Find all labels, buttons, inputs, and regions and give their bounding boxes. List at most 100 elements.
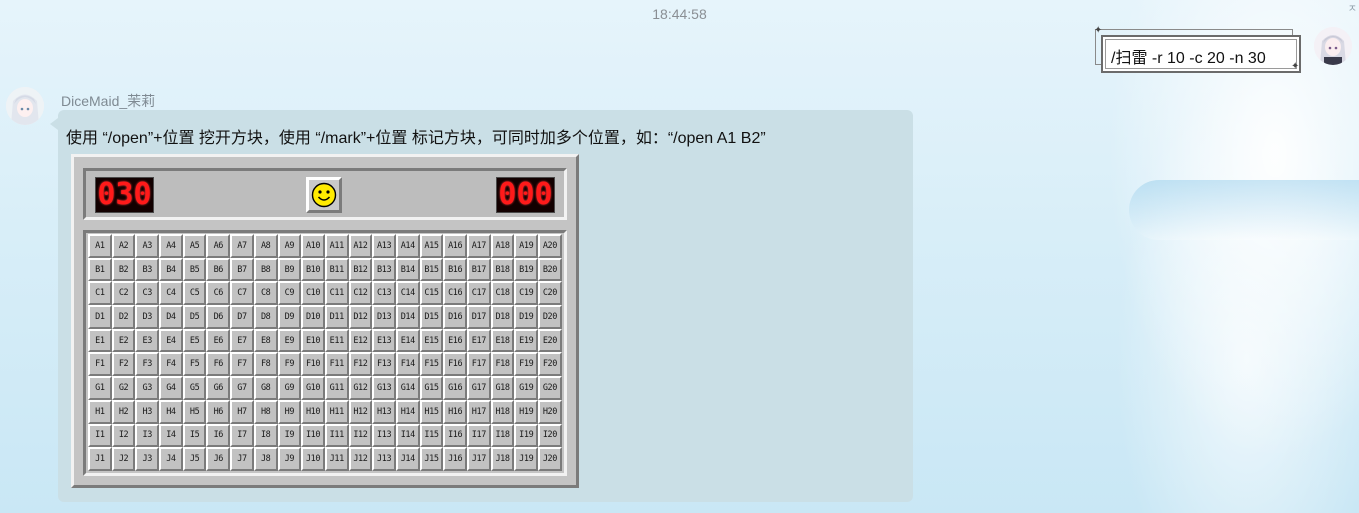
minesweeper-cell[interactable]: I14 xyxy=(395,423,420,448)
minesweeper-cell[interactable]: J14 xyxy=(395,447,420,471)
minesweeper-cell[interactable]: A2 xyxy=(111,234,136,258)
minesweeper-cell[interactable]: B14 xyxy=(395,257,420,282)
minesweeper-cell[interactable]: G3 xyxy=(135,376,160,400)
minesweeper-cell[interactable]: E13 xyxy=(372,328,396,353)
minesweeper-cell[interactable]: H11 xyxy=(324,399,349,424)
minesweeper-cell[interactable]: B15 xyxy=(419,257,444,282)
minesweeper-cell[interactable]: G8 xyxy=(253,376,278,400)
minesweeper-cell[interactable]: I1 xyxy=(88,423,112,448)
minesweeper-cell[interactable]: D6 xyxy=(206,305,231,329)
minesweeper-cell[interactable]: C13 xyxy=(372,281,396,306)
minesweeper-cell[interactable]: J13 xyxy=(372,447,396,471)
minesweeper-cell[interactable]: J4 xyxy=(159,447,183,471)
minesweeper-cell[interactable]: C12 xyxy=(348,281,373,306)
minesweeper-cell[interactable]: B10 xyxy=(301,257,325,282)
minesweeper-cell[interactable]: E16 xyxy=(443,328,467,353)
minesweeper-cell[interactable]: I4 xyxy=(159,423,183,448)
minesweeper-cell[interactable]: H18 xyxy=(490,399,515,424)
minesweeper-cell[interactable]: D1 xyxy=(88,305,112,329)
user-avatar[interactable] xyxy=(1314,27,1352,65)
minesweeper-cell[interactable]: I6 xyxy=(206,423,231,448)
minesweeper-cell[interactable]: G16 xyxy=(443,376,467,400)
minesweeper-cell[interactable]: I9 xyxy=(277,423,302,448)
minesweeper-cell[interactable]: A20 xyxy=(538,234,562,258)
minesweeper-cell[interactable]: J9 xyxy=(277,447,302,471)
minesweeper-cell[interactable]: J15 xyxy=(419,447,444,471)
minesweeper-cell[interactable]: C9 xyxy=(277,281,302,306)
minesweeper-cell[interactable]: H19 xyxy=(514,399,539,424)
minesweeper-cell[interactable]: F16 xyxy=(443,352,467,377)
minesweeper-cell[interactable]: E7 xyxy=(230,328,254,353)
minesweeper-cell[interactable]: G20 xyxy=(538,376,562,400)
minesweeper-cell[interactable]: D11 xyxy=(324,305,349,329)
minesweeper-cell[interactable]: G4 xyxy=(159,376,183,400)
minesweeper-cell[interactable]: D5 xyxy=(182,305,207,329)
minesweeper-cell[interactable]: B6 xyxy=(206,257,231,282)
minesweeper-cell[interactable]: C20 xyxy=(538,281,562,306)
minesweeper-cell[interactable]: B7 xyxy=(230,257,254,282)
minesweeper-cell[interactable]: D3 xyxy=(135,305,160,329)
minesweeper-cell[interactable]: B19 xyxy=(514,257,539,282)
minesweeper-cell[interactable]: D19 xyxy=(514,305,539,329)
minesweeper-cell[interactable]: C17 xyxy=(467,281,491,306)
minesweeper-cell[interactable]: G19 xyxy=(514,376,539,400)
minesweeper-cell[interactable]: I19 xyxy=(514,423,539,448)
minesweeper-cell[interactable]: F7 xyxy=(230,352,254,377)
minesweeper-cell[interactable]: A1 xyxy=(88,234,112,258)
minesweeper-cell[interactable]: G17 xyxy=(467,376,491,400)
minesweeper-cell[interactable]: F9 xyxy=(277,352,302,377)
minesweeper-cell[interactable]: F19 xyxy=(514,352,539,377)
minesweeper-cell[interactable]: G9 xyxy=(277,376,302,400)
minesweeper-cell[interactable]: D2 xyxy=(111,305,136,329)
minesweeper-cell[interactable]: H15 xyxy=(419,399,444,424)
minesweeper-cell[interactable]: G1 xyxy=(88,376,112,400)
minesweeper-cell[interactable]: A3 xyxy=(135,234,160,258)
minesweeper-cell[interactable]: A11 xyxy=(324,234,349,258)
minesweeper-cell[interactable]: B20 xyxy=(538,257,562,282)
minesweeper-cell[interactable]: D13 xyxy=(372,305,396,329)
minesweeper-cell[interactable]: A8 xyxy=(253,234,278,258)
minesweeper-cell[interactable]: B8 xyxy=(253,257,278,282)
minesweeper-cell[interactable]: G15 xyxy=(419,376,444,400)
minesweeper-cell[interactable]: C1 xyxy=(88,281,112,306)
minesweeper-cell[interactable]: J1 xyxy=(88,447,112,471)
minesweeper-cell[interactable]: H2 xyxy=(111,399,136,424)
minesweeper-cell[interactable]: I20 xyxy=(538,423,562,448)
minesweeper-cell[interactable]: F18 xyxy=(490,352,515,377)
minesweeper-cell[interactable]: H16 xyxy=(443,399,467,424)
minesweeper-cell[interactable]: E12 xyxy=(348,328,373,353)
minesweeper-cell[interactable]: H5 xyxy=(182,399,207,424)
minesweeper-cell[interactable]: I2 xyxy=(111,423,136,448)
minesweeper-cell[interactable]: H13 xyxy=(372,399,396,424)
minesweeper-cell[interactable]: A14 xyxy=(395,234,420,258)
minesweeper-cell[interactable]: A7 xyxy=(230,234,254,258)
minesweeper-cell[interactable]: A10 xyxy=(301,234,325,258)
minesweeper-cell[interactable]: J18 xyxy=(490,447,515,471)
minesweeper-cell[interactable]: H14 xyxy=(395,399,420,424)
minesweeper-cell[interactable]: H8 xyxy=(253,399,278,424)
minesweeper-cell[interactable]: F20 xyxy=(538,352,562,377)
minesweeper-cell[interactable]: J3 xyxy=(135,447,160,471)
minesweeper-cell[interactable]: C6 xyxy=(206,281,231,306)
minesweeper-cell[interactable]: E9 xyxy=(277,328,302,353)
minesweeper-cell[interactable]: E6 xyxy=(206,328,231,353)
minesweeper-cell[interactable]: B12 xyxy=(348,257,373,282)
minesweeper-cell[interactable]: E2 xyxy=(111,328,136,353)
minesweeper-cell[interactable]: B3 xyxy=(135,257,160,282)
minesweeper-cell[interactable]: G2 xyxy=(111,376,136,400)
minesweeper-cell[interactable]: I18 xyxy=(490,423,515,448)
minesweeper-cell[interactable]: F13 xyxy=(372,352,396,377)
minesweeper-cell[interactable]: B9 xyxy=(277,257,302,282)
minesweeper-cell[interactable]: H9 xyxy=(277,399,302,424)
bot-avatar[interactable] xyxy=(6,87,44,125)
minesweeper-cell[interactable]: G18 xyxy=(490,376,515,400)
minesweeper-cell[interactable]: I10 xyxy=(301,423,325,448)
minesweeper-cell[interactable]: J20 xyxy=(538,447,562,471)
minesweeper-cell[interactable]: I8 xyxy=(253,423,278,448)
minesweeper-cell[interactable]: A12 xyxy=(348,234,373,258)
minesweeper-cell[interactable]: J17 xyxy=(467,447,491,471)
minesweeper-cell[interactable]: D20 xyxy=(538,305,562,329)
minesweeper-cell[interactable]: G12 xyxy=(348,376,373,400)
minesweeper-cell[interactable]: B2 xyxy=(111,257,136,282)
minesweeper-cell[interactable]: A19 xyxy=(514,234,539,258)
